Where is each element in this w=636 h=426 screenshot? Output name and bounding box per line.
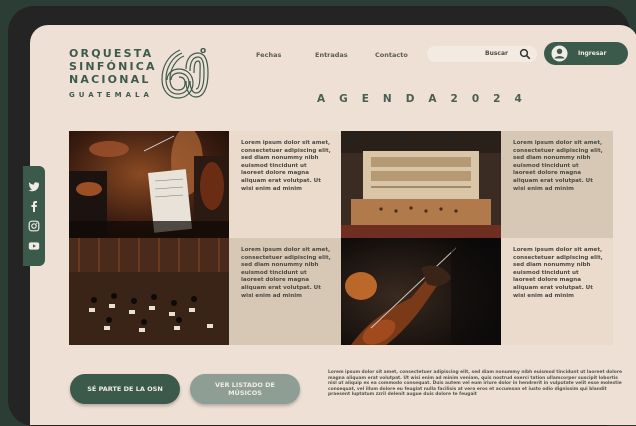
orchestra-photo — [69, 238, 229, 345]
twitter-icon[interactable] — [28, 180, 40, 192]
event-image-violinists[interactable] — [69, 131, 229, 238]
nav-fechas[interactable]: Fechas — [256, 51, 281, 59]
nav-contacto[interactable]: Contacto — [375, 51, 408, 59]
concert-hall-photo — [341, 131, 501, 238]
event-card-4-text: Lorem ipsum dolor sit amet, consectetuer… — [501, 238, 613, 345]
logo[interactable]: ORQUESTA SINFÓNICA NACIONAL GUATEMALA — [69, 47, 157, 102]
event-card-3-text: Lorem ipsum dolor sit amet, consectetuer… — [229, 238, 341, 345]
search-icon[interactable] — [519, 48, 531, 60]
user-avatar-icon — [551, 45, 568, 62]
agenda-title: AGENDA2024 — [317, 93, 536, 105]
login-label: Ingresar — [578, 50, 607, 57]
social-sidebar — [23, 166, 45, 266]
facebook-icon[interactable] — [28, 200, 40, 212]
instagram-icon[interactable] — [28, 220, 40, 232]
event-image-orchestra[interactable] — [69, 238, 229, 345]
logo-line-3: NACIONAL — [69, 73, 151, 86]
login-button[interactable]: Ingresar — [544, 42, 628, 65]
event-card-2-text: Lorem ipsum dolor sit amet, consectetuer… — [501, 131, 613, 238]
musicians-list-button[interactable]: VER LISTADO DE MÚSICOS — [190, 374, 300, 404]
logo-line-1: ORQUESTA — [69, 47, 154, 60]
footer-paragraph: Lorem ipsum dolor sit amet, consectetuer… — [328, 370, 622, 398]
search-input[interactable]: Buscar — [427, 46, 537, 62]
violin-closeup-photo — [341, 238, 501, 345]
page-screen: ORQUESTA SINFÓNICA NACIONAL GUATEMALA o … — [30, 25, 636, 425]
event-card-1-text: Lorem ipsum dolor sit amet, consectetuer… — [229, 131, 341, 238]
violinists-photo — [69, 131, 229, 238]
search-label: Buscar — [485, 50, 508, 57]
logo-line-2: SINFÓNICA — [69, 60, 157, 73]
join-osn-button[interactable]: SÉ PARTE DE LA OSN — [70, 374, 180, 404]
logo-degree: o — [200, 46, 207, 56]
nav-entradas[interactable]: Entradas — [315, 51, 348, 59]
device-frame: ORQUESTA SINFÓNICA NACIONAL GUATEMALA o … — [8, 6, 636, 426]
logo-subtitle: GUATEMALA — [69, 91, 153, 99]
event-image-concert-hall[interactable] — [341, 131, 501, 238]
event-image-violin-closeup[interactable] — [341, 238, 501, 345]
youtube-icon[interactable] — [28, 240, 40, 252]
